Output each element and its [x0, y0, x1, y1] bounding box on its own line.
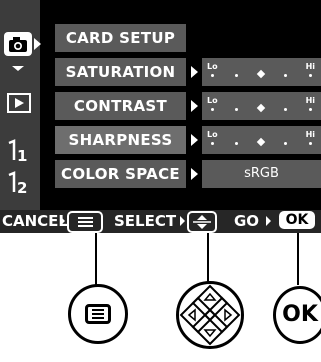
scale-level-marker: [256, 103, 266, 113]
setup-2-icon: 2: [8, 171, 27, 197]
ok-button-label: OK: [282, 302, 318, 327]
ok-guide-icon: OK: [279, 211, 315, 229]
scale-step-dot: [308, 142, 312, 145]
menu-icon: [85, 304, 111, 324]
contrast-scale: Lo Hi: [202, 92, 321, 120]
guide-arrow-icon: [60, 216, 65, 226]
camera-lcd-screen: 1 2 CARD SETUP SATURATION Lo Hi CONTRAST …: [0, 0, 321, 233]
scale-step-dot: [235, 74, 238, 77]
playback-icon: [7, 93, 31, 113]
menu-button[interactable]: [68, 284, 128, 344]
menu-item-contrast[interactable]: CONTRAST Lo Hi: [55, 92, 321, 120]
scale-step-dot: [308, 108, 312, 111]
menu-item-label: CONTRAST: [55, 92, 186, 120]
saturation-scale: Lo Hi: [202, 58, 321, 86]
arrow-pad-button[interactable]: [176, 281, 244, 349]
scale-step-dot: [210, 108, 214, 111]
setup-1-icon: 1: [8, 139, 27, 165]
menu-item-card-setup[interactable]: CARD SETUP: [55, 24, 321, 52]
menu-item-saturation[interactable]: SATURATION Lo Hi: [55, 58, 321, 86]
menu-item-label: COLOR SPACE: [55, 160, 186, 188]
scale-level-marker: [256, 69, 266, 79]
sharpness-scale: Lo Hi: [202, 126, 321, 154]
menu-tabs: 1 2: [0, 0, 41, 210]
scale-lo-label: Lo: [207, 96, 218, 105]
scale-hi-label: Hi: [305, 96, 315, 105]
scale-lo-label: Lo: [207, 62, 218, 71]
arrow-pad-guide-icon: [187, 211, 217, 233]
shooting-menu-list: CARD SETUP SATURATION Lo Hi CONTRAST Lo Hi…: [55, 24, 321, 194]
scale-step-dot: [235, 108, 238, 111]
scale-step-dot: [284, 108, 287, 111]
tab-playback-menu[interactable]: [6, 92, 36, 118]
tab-selected-arrow-icon: [34, 38, 41, 50]
tab-separator-icon: [12, 66, 24, 71]
menu-item-label: SHARPNESS: [55, 126, 186, 154]
scale-hi-label: Hi: [305, 130, 315, 139]
submenu-arrow-icon: [191, 66, 198, 78]
color-space-text: sRGB: [244, 166, 279, 181]
tab-setup-2-menu[interactable]: 2: [6, 170, 36, 197]
menu-button-icon: [67, 211, 103, 233]
scale-hi-label: Hi: [305, 62, 315, 71]
submenu-arrow-icon: [191, 100, 198, 112]
scale-step-dot: [210, 142, 214, 145]
menu-item-label: CARD SETUP: [55, 24, 186, 52]
color-space-value: sRGB: [202, 160, 321, 188]
callout-line-menu: [95, 233, 97, 285]
guide-arrow-icon: [180, 216, 185, 226]
tab-setup-1-menu[interactable]: 1: [6, 138, 36, 165]
scale-lo-label: Lo: [207, 130, 218, 139]
scale-step-dot: [284, 142, 287, 145]
select-label: SELECT: [114, 212, 177, 230]
scale-step-dot: [210, 74, 214, 77]
callout-line-ok: [297, 233, 299, 285]
setup-2-label: 2: [17, 179, 27, 196]
submenu-arrow-icon: [191, 168, 198, 180]
menu-item-label: SATURATION: [55, 58, 186, 86]
camera-icon: [9, 37, 27, 52]
scale-step-dot: [308, 74, 312, 77]
callout-line-arrow-pad: [207, 233, 209, 285]
guide-arrow-icon: [266, 216, 271, 226]
go-label: GO: [234, 212, 260, 230]
menu-item-sharpness[interactable]: SHARPNESS Lo Hi: [55, 126, 321, 154]
ok-button[interactable]: OK: [273, 286, 321, 344]
tab-shooting-menu[interactable]: [4, 32, 41, 71]
menu-item-color-space[interactable]: COLOR SPACE sRGB: [55, 160, 321, 188]
arrow-pad-icon: [179, 284, 241, 346]
cancel-label: CANCEL: [2, 212, 68, 230]
scale-step-dot: [235, 142, 238, 145]
submenu-arrow-icon: [191, 134, 198, 146]
scale-level-marker: [256, 137, 266, 147]
button-guide-bar: CANCEL SELECT GO OK: [0, 210, 321, 233]
setup-1-label: 1: [17, 147, 27, 164]
scale-step-dot: [284, 74, 287, 77]
